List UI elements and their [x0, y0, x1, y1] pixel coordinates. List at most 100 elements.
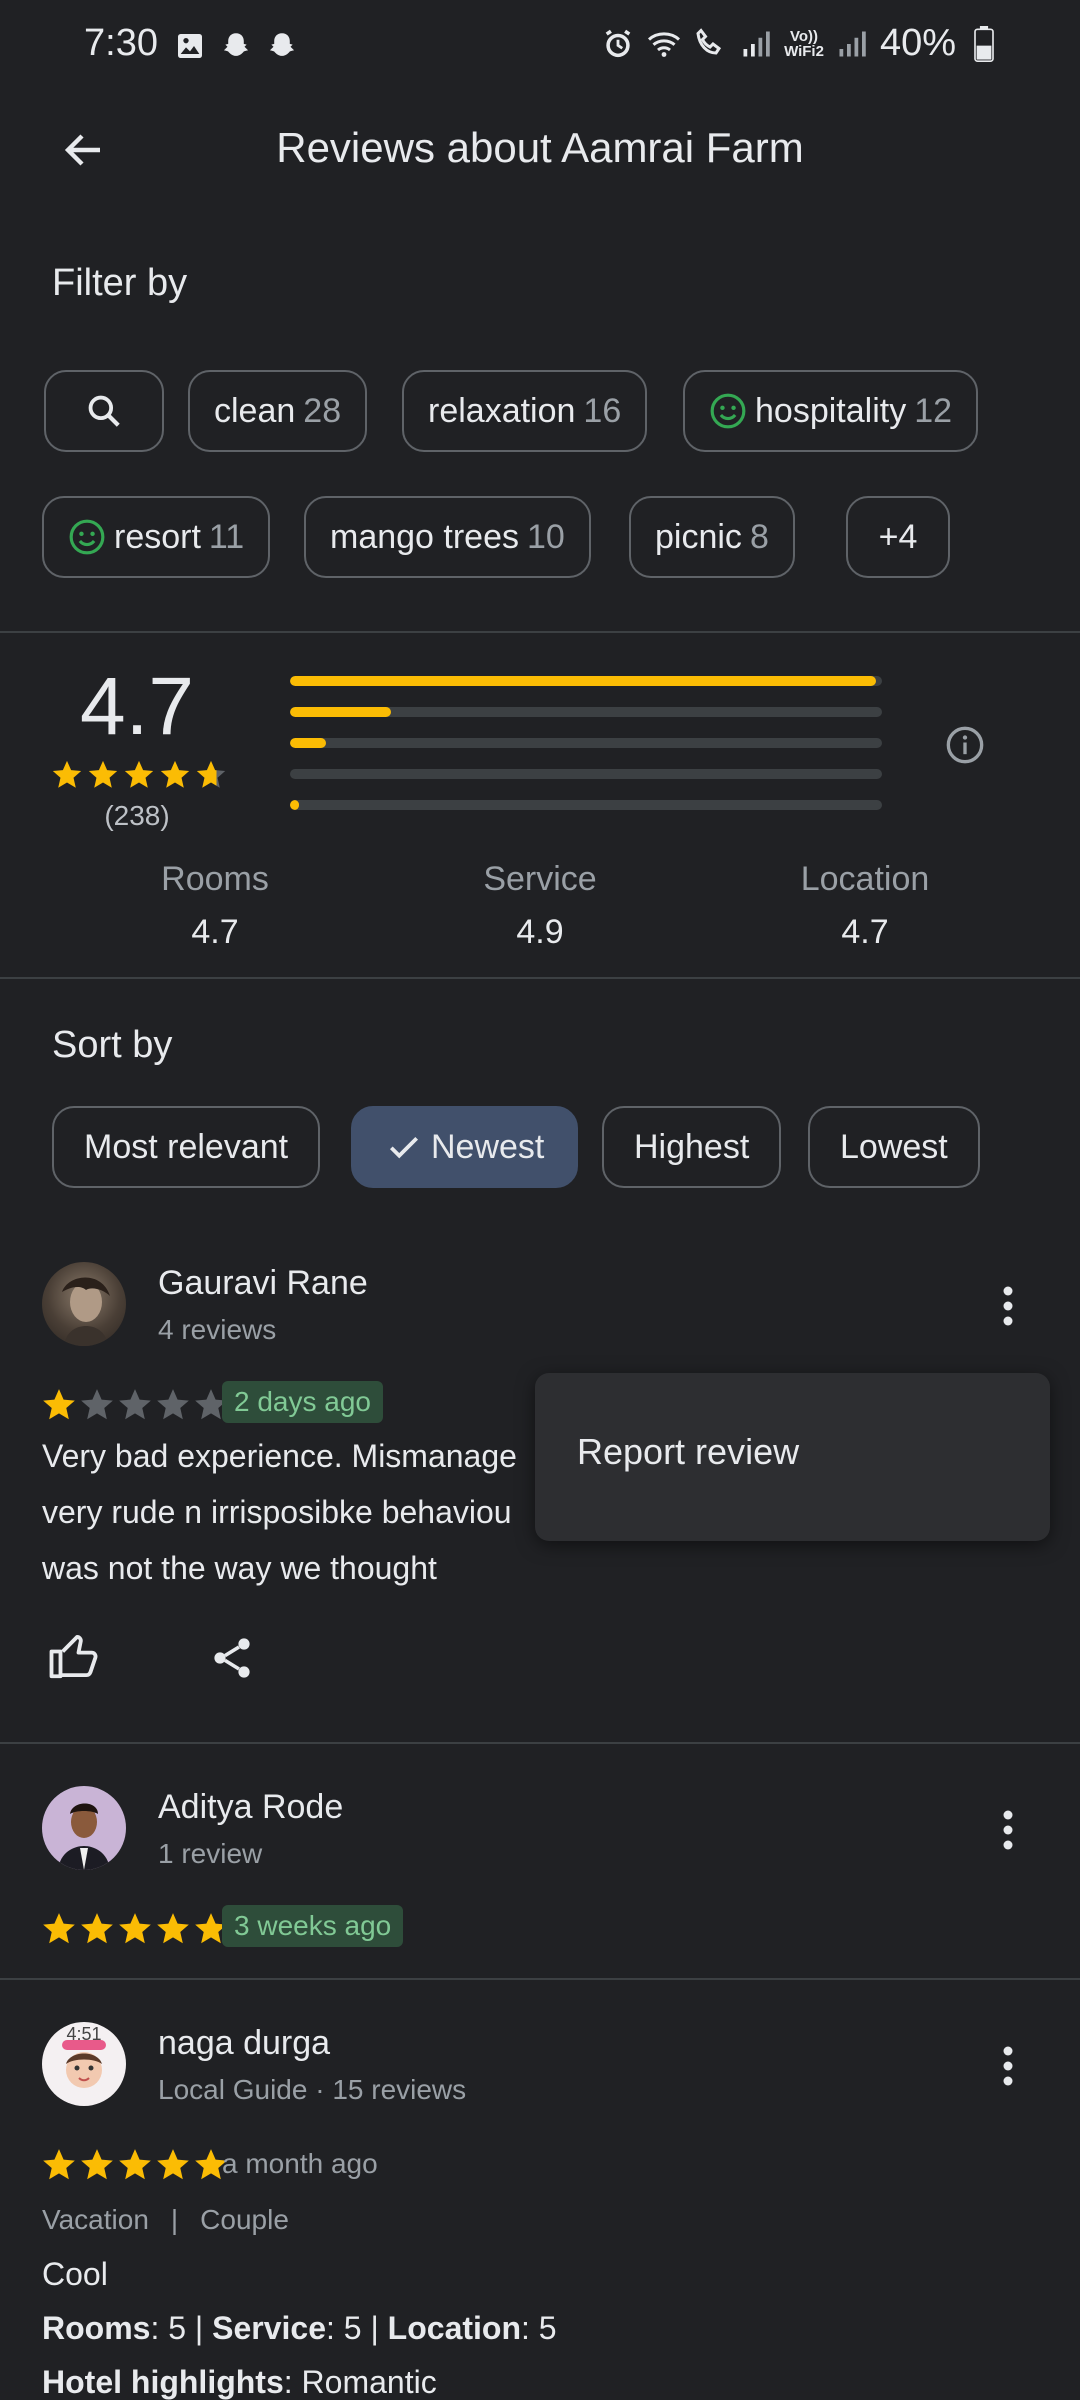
app-header: Reviews about Aamrai Farm: [0, 96, 1080, 200]
snapchat-icon: [218, 28, 254, 64]
page-title: Reviews about Aamrai Farm: [276, 124, 804, 171]
filter-chip-hospitality[interactable]: hospitality 12: [683, 370, 979, 452]
battery-percent: 40%: [879, 22, 956, 64]
filter-chip-resort[interactable]: resort 11: [42, 496, 271, 578]
smile-icon: [709, 392, 747, 430]
info-button[interactable]: [945, 725, 985, 765]
star-icon: [196, 760, 226, 788]
review-highlights: Hotel highlights: Romantic: [42, 2364, 437, 2400]
thumb-up-icon: [49, 1634, 98, 1679]
star-icon: [119, 2149, 151, 2180]
reviewer-name[interactable]: naga durga: [158, 2024, 330, 2063]
rating-bar-2: [290, 769, 882, 779]
star-icon: [119, 1389, 151, 1420]
star-icon: [160, 760, 190, 788]
more-options-button[interactable]: [990, 1276, 1026, 1336]
sort-label: Sort by: [52, 1024, 173, 1066]
filter-search-chip[interactable]: [44, 370, 164, 452]
aspect-service: Service 4.9: [483, 860, 597, 951]
more-vert-icon: [1003, 1810, 1013, 1850]
wifi-call-icon: [692, 26, 728, 62]
star-icon: [43, 2149, 75, 2180]
rating-bar-fill: [290, 800, 299, 810]
review-tags: Vacation | Couple: [42, 2204, 289, 2235]
status-bar: 7:30 Vo)) WiFi2 40%: [0, 0, 1080, 96]
aspect-rooms: Rooms 4.7: [161, 860, 269, 951]
review-text: Very bad experience. Mismanage very rude…: [42, 1438, 517, 1586]
wifi-icon: [646, 26, 682, 62]
smile-icon: [68, 518, 106, 556]
reviewer-name[interactable]: Aditya Rode: [158, 1788, 343, 1827]
review-options-menu: Report review: [535, 1373, 1050, 1541]
star-icon: [119, 1913, 151, 1944]
star-icon: [88, 760, 118, 788]
share-button[interactable]: [200, 1626, 264, 1690]
gallery-icon: [172, 28, 208, 64]
signal-icon: [834, 26, 870, 62]
search-icon: [88, 395, 120, 427]
more-options-button[interactable]: [990, 2036, 1026, 2096]
review-time-badge: 3 weeks ago: [222, 1905, 404, 1947]
divider: [0, 977, 1080, 979]
reviewer-meta: 4 reviews: [158, 1314, 277, 1345]
info-icon: [946, 726, 984, 764]
sort-highest[interactable]: Highest: [602, 1106, 782, 1188]
review-stars: [40, 1910, 230, 1948]
star-icon: [81, 2149, 113, 2180]
overall-rating: 4.7: [80, 661, 194, 752]
star-icon: [157, 1913, 189, 1944]
reviewer-meta: 1 review: [158, 1838, 263, 1869]
avatar-overlay-text: 4:51: [66, 2024, 102, 2044]
reviewer-name[interactable]: Gauravi Rane: [158, 1264, 368, 1303]
avatar[interactable]: [42, 1786, 126, 1870]
rating-bar-fill: [290, 707, 391, 717]
sort-most-relevant[interactable]: Most relevant: [52, 1106, 321, 1188]
filter-label: Filter by: [52, 262, 188, 304]
star-icon: [52, 760, 82, 788]
divider: [0, 1742, 1080, 1744]
review-stars: [40, 2146, 230, 2184]
more-vert-icon: [1003, 1286, 1013, 1326]
review-time-badge: 2 days ago: [222, 1381, 383, 1423]
star-icon: [157, 1389, 189, 1420]
sort-newest[interactable]: Newest: [351, 1106, 579, 1188]
review-stars: [40, 1386, 230, 1424]
signal-icon: [738, 26, 774, 62]
check-icon: [389, 1136, 419, 1159]
filter-chip-clean[interactable]: clean 28: [188, 370, 368, 452]
avatar[interactable]: 4:51: [42, 2022, 126, 2106]
avatar[interactable]: [42, 1262, 126, 1346]
like-button[interactable]: [42, 1624, 106, 1688]
report-review-menu-item[interactable]: Report review: [577, 1431, 799, 1473]
aspect-location: Location 4.7: [800, 860, 930, 951]
rating-bar-fill: [290, 676, 877, 686]
share-icon: [214, 1638, 250, 1678]
rating-bar-5: [290, 676, 882, 686]
review-ratings-line: Rooms: 5 | Service: 5 | Location: 5: [42, 2310, 557, 2346]
star-icon: [43, 1913, 75, 1944]
more-vert-icon: [1003, 2046, 1013, 2086]
rating-bar-4: [290, 707, 882, 717]
review-time: a month ago: [222, 2148, 378, 2179]
sort-lowest[interactable]: Lowest: [808, 1106, 980, 1188]
review-count: (238): [104, 800, 170, 831]
star-icon: [43, 1389, 75, 1420]
star-icon: [81, 1913, 113, 1944]
divider: [0, 1978, 1080, 1980]
divider: [0, 631, 1080, 633]
filter-chip-more[interactable]: +4: [846, 496, 950, 578]
rating-bar-1: [290, 800, 882, 810]
overall-stars: [50, 758, 228, 792]
rating-bar-fill: [290, 738, 326, 748]
filter-chip-relaxation[interactable]: relaxation 16: [402, 370, 648, 452]
star-icon: [81, 1389, 113, 1420]
rating-bar-3: [290, 738, 882, 748]
snapchat-icon: [264, 28, 300, 64]
filter-chip-picnic[interactable]: picnic 8: [629, 496, 795, 578]
status-time: 7:30: [84, 22, 158, 64]
vowifi-indicator: Vo)) WiFi2: [784, 27, 824, 60]
more-options-button[interactable]: [990, 1800, 1026, 1860]
reviewer-meta: Local Guide · 15 reviews: [158, 2074, 467, 2105]
star-icon: [157, 2149, 189, 2180]
filter-chip-mango-trees[interactable]: mango trees 10: [304, 496, 591, 578]
